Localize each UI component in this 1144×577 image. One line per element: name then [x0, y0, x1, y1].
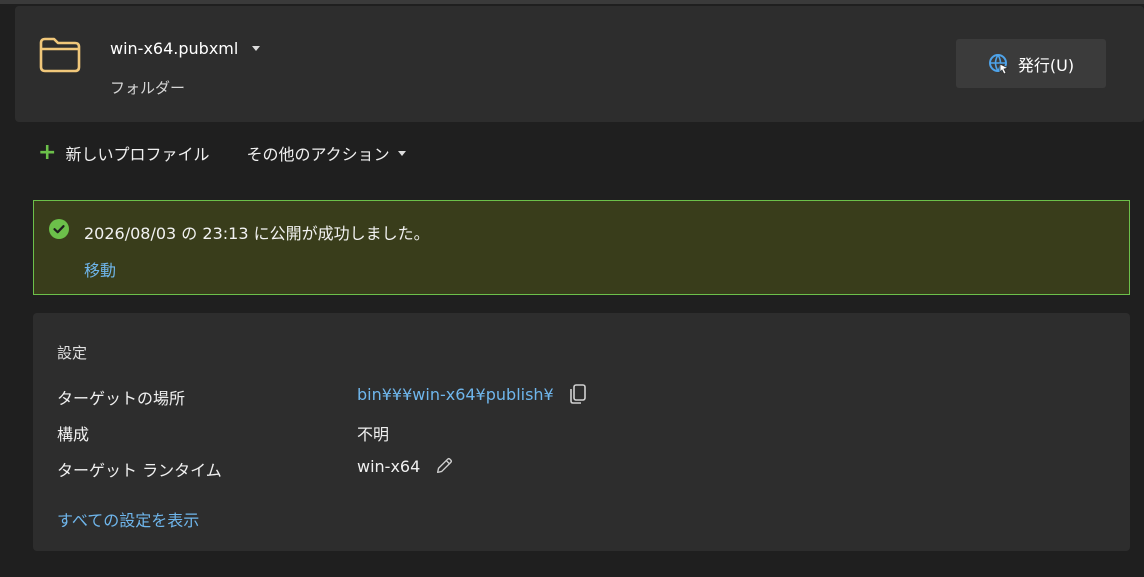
settings-title: 設定 — [57, 344, 88, 362]
globe-publish-icon — [988, 53, 1010, 75]
other-actions-label: その他のアクション — [246, 145, 390, 164]
settings-card: 設定 ターゲットの場所 bin¥¥¥win-x64¥publish¥ 構成 不明… — [33, 313, 1130, 551]
target-runtime-value: win-x64 — [357, 455, 454, 477]
profile-header-card: win-x64.pubxml フォルダー 発行(U) — [15, 6, 1144, 122]
configuration-value: 不明 — [357, 425, 390, 444]
action-toolbar: + 新しいプロファイル その他のアクション — [38, 141, 406, 165]
check-circle-icon — [49, 219, 69, 239]
target-runtime-text: win-x64 — [357, 456, 421, 476]
pencil-icon[interactable] — [434, 455, 454, 477]
chevron-down-icon — [252, 46, 261, 51]
target-runtime-label: ターゲット ランタイム — [57, 461, 222, 480]
new-profile-button[interactable]: + 新しいプロファイル — [38, 141, 209, 165]
target-location-label: ターゲットの場所 — [57, 389, 186, 408]
folder-icon — [39, 37, 81, 73]
chevron-down-icon — [397, 150, 406, 156]
window-top-border — [0, 0, 1144, 4]
target-location-link[interactable]: bin¥¥¥win-x64¥publish¥ — [357, 385, 554, 404]
other-actions-dropdown[interactable]: その他のアクション — [246, 141, 406, 165]
target-location-value: bin¥¥¥win-x64¥publish¥ — [357, 383, 588, 405]
plus-icon: + — [38, 140, 57, 165]
show-all-settings-link[interactable]: すべての設定を表示 — [57, 507, 199, 531]
new-profile-label: 新しいプロファイル — [65, 145, 210, 164]
profile-type: フォルダー — [110, 79, 186, 97]
publish-button[interactable]: 発行(U) — [956, 39, 1106, 88]
publish-button-label: 発行(U) — [1017, 55, 1075, 75]
copy-icon[interactable] — [568, 383, 588, 405]
success-banner: 2026/08/03 の 23:13 に公開が成功しました。 移動 — [33, 200, 1130, 295]
goto-link[interactable]: 移動 — [84, 257, 116, 281]
profile-name: win-x64.pubxml — [110, 39, 239, 58]
profile-selector[interactable]: win-x64.pubxml — [110, 39, 261, 58]
configuration-label: 構成 — [57, 425, 90, 444]
success-message: 2026/08/03 の 23:13 に公開が成功しました。 — [84, 224, 430, 243]
